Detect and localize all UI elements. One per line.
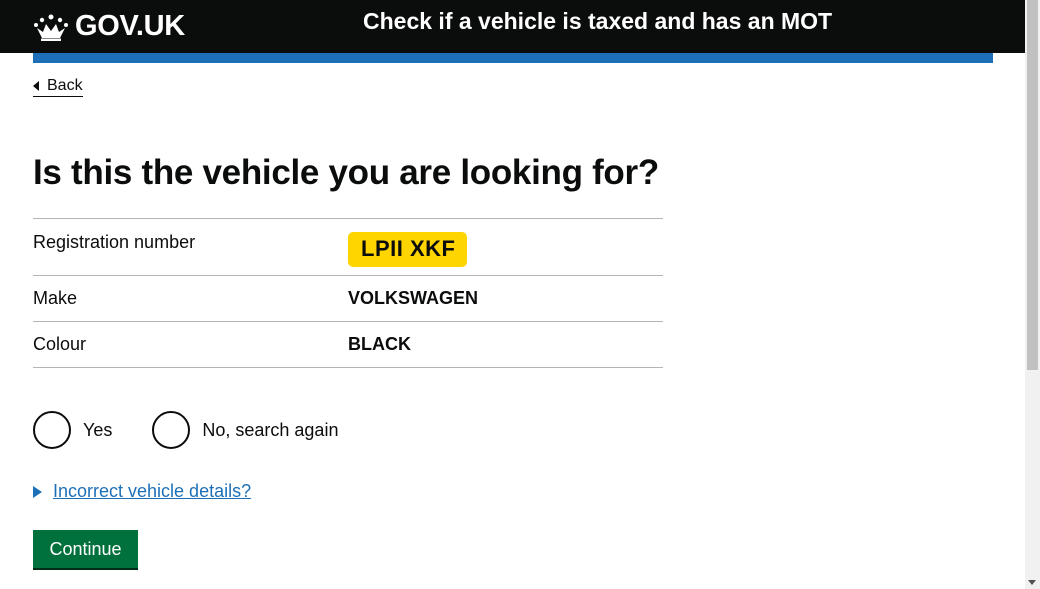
registration-plate: LPII XKF (348, 232, 468, 267)
summary-row-registration: Registration number LPII XKF (33, 219, 663, 276)
summary-row-colour: Colour BLACK (33, 322, 663, 368)
back-link[interactable]: Back (33, 77, 83, 97)
disclosure-triangle-icon[interactable] (33, 485, 42, 498)
incorrect-details-summary[interactable]: Incorrect vehicle details? (53, 481, 251, 502)
continue-button[interactable]: Continue (33, 530, 138, 568)
service-name-link[interactable]: Check if a vehicle is taxed and has an M… (363, 8, 832, 35)
back-arrow-icon (33, 81, 39, 91)
radio-yes[interactable]: Yes (33, 411, 112, 449)
scroll-down-arrow-icon[interactable] (1028, 580, 1036, 585)
summary-row-make: Make VOLKSWAGEN (33, 276, 663, 322)
vehicle-confirm-radios: Yes No, search again (33, 411, 378, 449)
page-scrollbar[interactable] (1025, 0, 1040, 589)
back-label: Back (47, 77, 83, 94)
summary-key: Make (33, 288, 78, 308)
page-title: Is this the vehicle you are looking for? (33, 153, 659, 192)
summary-key: Colour (33, 334, 87, 354)
header-blue-bar (33, 53, 993, 63)
logo-text: GOV.UK (75, 10, 185, 42)
radio-circle[interactable] (152, 411, 191, 449)
incorrect-details-disclosure[interactable]: Incorrect vehicle details? (33, 481, 251, 502)
scrollbar-thumb[interactable] (1027, 0, 1038, 370)
radio-label[interactable]: Yes (83, 420, 112, 441)
radio-label[interactable]: No, search again (202, 420, 338, 441)
summary-value: VOLKSWAGEN (348, 288, 479, 308)
crown-icon (34, 14, 68, 41)
summary-key: Registration number (33, 232, 196, 252)
summary-value: BLACK (348, 334, 411, 354)
vehicle-summary-list: Registration number LPII XKF Make VOLKSW… (33, 218, 663, 368)
radio-no-search-again[interactable]: No, search again (152, 411, 338, 449)
radio-circle[interactable] (33, 411, 71, 449)
site-header: GOV.UK Check if a vehicle is taxed and h… (0, 0, 1025, 53)
govuk-logo-link[interactable]: GOV.UK (33, 10, 185, 43)
